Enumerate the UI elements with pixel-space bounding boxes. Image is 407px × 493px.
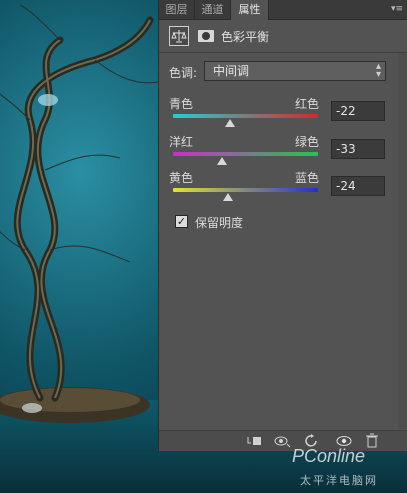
green-label: 绿色: [295, 135, 320, 149]
red-label: 红色: [295, 97, 320, 111]
adjustment-title: 色彩平衡: [221, 30, 270, 44]
panel-tab-bar: 图层 通道 属性 ▾≡: [159, 0, 407, 20]
tab-channels[interactable]: 通道: [195, 0, 231, 19]
panel-bottom-toolbar: [159, 430, 407, 451]
view-previous-icon[interactable]: [273, 433, 291, 449]
preserve-luminosity-checkbox[interactable]: ✓: [175, 215, 188, 228]
magenta-green-slider-track[interactable]: [173, 152, 318, 156]
yellow-blue-value-input[interactable]: -24: [331, 176, 385, 196]
watermark-brand: PConline: [292, 446, 366, 466]
cyan-red-slider-thumb[interactable]: [224, 119, 235, 127]
magenta-label: 洋红: [169, 135, 194, 149]
up-down-arrows-icon: ▴ ▾: [375, 61, 381, 80]
tone-label: 色调:: [169, 66, 198, 80]
properties-panel: 图层 通道 属性 ▾≡ 色彩平衡 色调: 中间调 ▴ ▾ 青色 红色 -22 洋红…: [158, 0, 407, 451]
cyan-label: 青色: [169, 97, 194, 111]
cyan-red-slider-track[interactable]: [173, 114, 318, 118]
magenta-green-value-input[interactable]: -33: [331, 139, 385, 159]
panel-scrollbar[interactable]: [398, 53, 407, 429]
magenta-green-slider-thumb[interactable]: [216, 157, 227, 165]
blue-label: 蓝色: [295, 171, 320, 185]
tone-select-value: 中间调: [213, 64, 250, 78]
yellow-blue-slider-track[interactable]: [173, 188, 318, 192]
color-balance-icon[interactable]: [169, 26, 189, 46]
cyan-red-value-input[interactable]: -22: [331, 101, 385, 121]
tab-properties[interactable]: 属性: [231, 0, 269, 20]
trash-icon[interactable]: [363, 433, 381, 449]
yellow-blue-slider-thumb[interactable]: [223, 193, 234, 201]
tone-select[interactable]: 中间调 ▴ ▾: [204, 61, 386, 81]
tab-layers[interactable]: 图层: [159, 0, 195, 19]
yellow-label: 黄色: [169, 171, 194, 185]
watermark-site: 太平洋电脑网: [300, 474, 378, 487]
preserve-luminosity-label: 保留明度: [195, 216, 244, 230]
layer-mask-icon[interactable]: [197, 27, 215, 45]
panel-menu-icon[interactable]: ▾≡: [390, 3, 404, 15]
clip-to-layer-icon[interactable]: [245, 433, 263, 449]
